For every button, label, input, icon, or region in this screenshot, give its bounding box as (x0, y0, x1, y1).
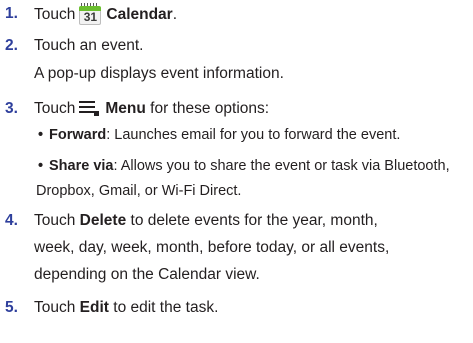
step-text-pre: Touch (34, 212, 80, 229)
bullet: • (38, 158, 44, 174)
step-number: 5. (5, 299, 18, 316)
step-text-post: to edit the task. (108, 299, 219, 316)
step-text: Touch an event. (34, 37, 144, 54)
step-text: Touch Edit to edit the task. (34, 297, 218, 319)
step-number: 4. (5, 212, 18, 229)
step-text-post: . (172, 6, 178, 23)
menu-icon (79, 100, 100, 116)
step-text-pre: Touch (34, 100, 76, 117)
calendar-icon-number: 31 (79, 11, 102, 25)
option-text: Forward: Launches email for you to forwa… (49, 124, 400, 146)
step-text: Touch Menu for these options: (34, 98, 269, 120)
step-term: Menu (105, 100, 146, 117)
step-text: Touch Delete to delete events for the ye… (34, 210, 378, 232)
step-number: 2. (5, 37, 18, 54)
step-text-post: to delete events for the year, month, (126, 212, 378, 229)
step-term: Calendar (106, 6, 173, 23)
step-text-post: for these options: (145, 100, 270, 117)
step-text-result: A pop-up displays event information. (34, 65, 284, 82)
step-term: Delete (79, 212, 127, 229)
step-number: 3. (5, 100, 18, 117)
option-text: Share via: Allows you to share the event… (49, 155, 450, 177)
step-term: Edit (79, 299, 109, 316)
option-term: Share via (49, 158, 114, 174)
step-text-pre: Touch (34, 6, 76, 23)
option-description: : Launches email for you to forward the … (106, 127, 401, 143)
calendar-icon: 31 (79, 3, 102, 25)
option-term: Forward (49, 127, 107, 143)
step-text: Touch 31 Calendar. (34, 3, 177, 26)
instruction-document: 1. Touch 31 Calendar. 2. Touch an event. A… (0, 0, 473, 343)
bullet: • (38, 127, 44, 143)
step-text-pre: Touch (34, 299, 80, 316)
step-number: 1. (5, 5, 18, 22)
step-text-cont: depending on the Calendar view. (34, 266, 260, 283)
option-description-cont: Dropbox, Gmail, or Wi-Fi Direct. (36, 183, 242, 199)
option-description: : Allows you to share the event or task … (113, 158, 450, 174)
step-text-cont: week, day, week, month, before today, or… (34, 239, 390, 256)
